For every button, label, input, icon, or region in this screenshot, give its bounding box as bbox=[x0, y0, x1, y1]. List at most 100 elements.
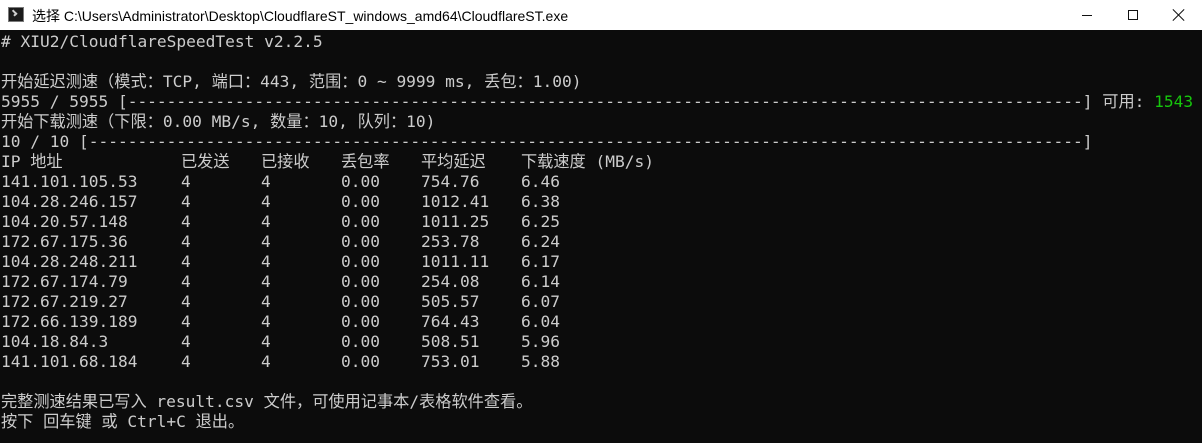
cell-received: 4 bbox=[261, 352, 271, 371]
minimize-button[interactable] bbox=[1064, 0, 1110, 30]
cell-download-speed: 6.38 bbox=[521, 192, 560, 211]
header-avg-latency: 平均延迟 bbox=[421, 152, 486, 171]
cell-ip: 104.28.248.211 bbox=[1, 252, 138, 271]
close-icon bbox=[1173, 9, 1185, 21]
console-window: 选择 C:\Users\Administrator\Desktop\Cloudf… bbox=[0, 0, 1202, 443]
table-row: 172.67.174.79 4 4 0.00 254.08 6.14 bbox=[1, 272, 1202, 292]
cell-download-speed: 5.96 bbox=[521, 332, 560, 351]
cell-ip: 172.66.139.189 bbox=[1, 312, 138, 331]
cell-sent: 4 bbox=[181, 312, 191, 331]
cell-avg-latency: 754.76 bbox=[421, 172, 480, 191]
table-row: 141.101.105.53 4 4 0.00 754.76 6.46 bbox=[1, 172, 1202, 192]
table-header: IP 地址 已发送 已接收 丢包率 平均延迟 下载速度 (MB/s) bbox=[1, 152, 1202, 172]
cell-sent: 4 bbox=[181, 332, 191, 351]
header-ip: IP 地址 bbox=[1, 152, 63, 171]
table-row: 104.28.246.157 4 4 0.00 1012.41 6.38 bbox=[1, 192, 1202, 212]
header-download-speed: 下载速度 (MB/s) bbox=[521, 152, 654, 171]
cell-loss-rate: 0.00 bbox=[341, 192, 380, 211]
header-received: 已接收 bbox=[261, 152, 310, 171]
latency-progress-bar: 5955 / 5955 [---------------------------… bbox=[1, 92, 1155, 111]
maximize-button[interactable] bbox=[1110, 0, 1156, 30]
table-row: 104.28.248.211 4 4 0.00 1011.11 6.17 bbox=[1, 252, 1202, 272]
table-row: 104.18.84.3 4 4 0.00 508.51 5.96 bbox=[1, 332, 1202, 352]
cell-ip: 172.67.219.27 bbox=[1, 292, 128, 311]
cell-received: 4 bbox=[261, 172, 271, 191]
result-table-rows: 141.101.105.53 4 4 0.00 754.76 6.46 104.28.246… bbox=[1, 172, 1202, 372]
cell-avg-latency: 254.08 bbox=[421, 272, 480, 291]
cell-sent: 4 bbox=[181, 272, 191, 291]
cell-loss-rate: 0.00 bbox=[341, 232, 380, 251]
cell-loss-rate: 0.00 bbox=[341, 312, 380, 331]
cell-avg-latency: 1012.41 bbox=[421, 192, 490, 211]
version-header: # XIU2/CloudflareSpeedTest v2.2.5 bbox=[1, 32, 323, 51]
cell-download-speed: 6.24 bbox=[521, 232, 560, 251]
console-output[interactable]: # XIU2/CloudflareSpeedTest v2.2.5 开始延迟测速… bbox=[0, 30, 1202, 443]
console-icon bbox=[8, 7, 24, 22]
cell-received: 4 bbox=[261, 312, 271, 331]
cell-avg-latency: 505.57 bbox=[421, 292, 480, 311]
cell-sent: 4 bbox=[181, 292, 191, 311]
cell-received: 4 bbox=[261, 332, 271, 351]
cell-ip: 104.20.57.148 bbox=[1, 212, 128, 231]
table-row: 172.66.139.189 4 4 0.00 764.43 6.04 bbox=[1, 312, 1202, 332]
cell-download-speed: 5.88 bbox=[521, 352, 560, 371]
cell-sent: 4 bbox=[181, 352, 191, 371]
cell-loss-rate: 0.00 bbox=[341, 172, 380, 191]
cell-download-speed: 6.46 bbox=[521, 172, 560, 191]
maximize-icon bbox=[1128, 10, 1138, 20]
close-button[interactable] bbox=[1156, 0, 1202, 30]
available-count: 1543 bbox=[1154, 92, 1194, 111]
cell-sent: 4 bbox=[181, 212, 191, 231]
cell-sent: 4 bbox=[181, 172, 191, 191]
table-row: 104.20.57.148 4 4 0.00 1011.25 6.25 bbox=[1, 212, 1202, 232]
cell-avg-latency: 753.01 bbox=[421, 352, 480, 371]
cell-download-speed: 6.07 bbox=[521, 292, 560, 311]
cell-loss-rate: 0.00 bbox=[341, 292, 380, 311]
cell-download-speed: 6.04 bbox=[521, 312, 560, 331]
result-saved-message: 完整测速结果已写入 result.csv 文件，可使用记事本/表格软件查看。 bbox=[1, 392, 533, 411]
cell-loss-rate: 0.00 bbox=[341, 272, 380, 291]
header-loss-rate: 丢包率 bbox=[341, 152, 390, 171]
latency-progress-line: 5955 / 5955 [---------------------------… bbox=[1, 92, 1202, 112]
header-sent: 已发送 bbox=[181, 152, 230, 171]
cell-ip: 141.101.105.53 bbox=[1, 172, 138, 191]
cell-received: 4 bbox=[261, 192, 271, 211]
minimize-icon bbox=[1082, 14, 1092, 16]
cell-ip: 172.67.174.79 bbox=[1, 272, 128, 291]
table-row: 141.101.68.184 4 4 0.00 753.01 5.88 bbox=[1, 352, 1202, 372]
cell-received: 4 bbox=[261, 212, 271, 231]
cell-ip: 172.67.175.36 bbox=[1, 232, 128, 251]
cell-received: 4 bbox=[261, 232, 271, 251]
exit-prompt: 按下 回车键 或 Ctrl+C 退出。 bbox=[1, 412, 245, 431]
window-title: 选择 C:\Users\Administrator\Desktop\Cloudf… bbox=[32, 8, 569, 24]
cell-loss-rate: 0.00 bbox=[341, 212, 380, 231]
cell-sent: 4 bbox=[181, 192, 191, 211]
cell-sent: 4 bbox=[181, 252, 191, 271]
cell-avg-latency: 1011.25 bbox=[421, 212, 490, 231]
download-test-status: 开始下载测速（下限：0.00 MB/s, 数量：10, 队列：10) bbox=[1, 112, 436, 131]
cell-avg-latency: 1011.11 bbox=[421, 252, 490, 271]
cell-loss-rate: 0.00 bbox=[341, 252, 380, 271]
cell-download-speed: 6.14 bbox=[521, 272, 560, 291]
latency-test-status: 开始延迟测速（模式：TCP, 端口：443, 范围：0 ~ 9999 ms, 丢… bbox=[1, 72, 582, 91]
cell-avg-latency: 508.51 bbox=[421, 332, 480, 351]
cell-received: 4 bbox=[261, 272, 271, 291]
cell-loss-rate: 0.00 bbox=[341, 332, 380, 351]
download-progress-bar: 10 / 10 [-------------------------------… bbox=[1, 132, 1093, 151]
cell-sent: 4 bbox=[181, 232, 191, 251]
cell-loss-rate: 0.00 bbox=[341, 352, 380, 371]
table-row: 172.67.175.36 4 4 0.00 253.78 6.24 bbox=[1, 232, 1202, 252]
cell-ip: 104.18.84.3 bbox=[1, 332, 109, 351]
cell-avg-latency: 253.78 bbox=[421, 232, 480, 251]
cell-avg-latency: 764.43 bbox=[421, 312, 480, 331]
cell-ip: 141.101.68.184 bbox=[1, 352, 138, 371]
cell-received: 4 bbox=[261, 292, 271, 311]
cell-download-speed: 6.25 bbox=[521, 212, 560, 231]
cell-received: 4 bbox=[261, 252, 271, 271]
title-bar[interactable]: 选择 C:\Users\Administrator\Desktop\Cloudf… bbox=[0, 0, 1202, 30]
table-row: 172.67.219.27 4 4 0.00 505.57 6.07 bbox=[1, 292, 1202, 312]
cell-download-speed: 6.17 bbox=[521, 252, 560, 271]
cell-ip: 104.28.246.157 bbox=[1, 192, 138, 211]
